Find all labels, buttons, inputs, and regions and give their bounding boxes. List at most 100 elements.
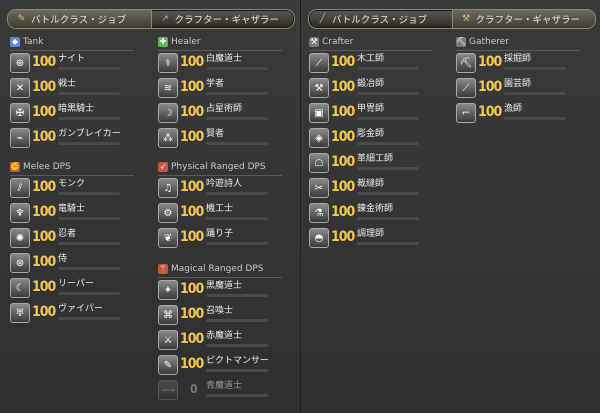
job-row-reaper[interactable]: ☾ 100 リーパー [10, 277, 134, 301]
crafter-gatherer-panel: ╱ バトルクラス・ジョブ ⚒ クラフター・ギャザラー ⚒ Crafter ⟋ 10… [300, 0, 600, 413]
dark-knight-icon: ✠ [10, 103, 30, 123]
job-row-pictomancer[interactable]: ✎ 100 ピクトマンサー [158, 354, 282, 378]
job-name: ガンブレイカー [58, 129, 121, 139]
job-row-black-mage[interactable]: ✦ 100 黒魔道士 [158, 279, 282, 303]
job-name: モンク [58, 179, 86, 189]
job-row-blacksmith[interactable]: ⚒ 100 鍛冶師 [309, 77, 433, 101]
job-name: 学者 [206, 79, 225, 89]
job-level: 100 [180, 79, 204, 95]
job-row-culinarian[interactable]: ◓ 100 調理師 [309, 227, 433, 251]
job-level: 100 [32, 204, 56, 220]
job-row-sage[interactable]: ⁂ 100 賢者 [158, 127, 282, 151]
goldsmith-icon: ◈ [309, 128, 329, 148]
warrior-icon: ✕ [10, 78, 30, 98]
job-row-leatherworker[interactable]: ☖ 100 革細工師 [309, 152, 433, 176]
tab-battle-jobs[interactable]: ✎ バトルクラス・ジョブ [8, 10, 151, 28]
job-name: 黒魔道士 [206, 281, 243, 291]
job-name: 忍者 [58, 229, 77, 239]
job-row-machinist[interactable]: ⚙ 100 機工士 [158, 202, 282, 226]
xp-bar [357, 117, 419, 120]
job-level: 100 [331, 179, 355, 195]
job-name: ピクトマンサー [206, 356, 270, 366]
job-name: 木工師 [357, 54, 385, 64]
job-row-astrologian[interactable]: ☽ 100 占星術師 [158, 102, 282, 126]
job-row-dragoon[interactable]: ♆ 100 竜騎士 [10, 202, 134, 226]
job-row-armorer[interactable]: ▣ 100 甲冑師 [309, 102, 433, 126]
xp-bar [206, 369, 268, 372]
tab-crafter-gatherer[interactable]: ⚒ クラフター・ギャザラー [451, 10, 595, 28]
job-row-botanist[interactable]: ⟋ 100 園芸師 [456, 77, 580, 101]
job-row-dancer[interactable]: ❦ 100 踊り子 [158, 227, 282, 251]
job-level: 100 [478, 104, 502, 120]
job-name: 漁師 [504, 104, 523, 114]
job-name: 彫金師 [357, 129, 385, 139]
job-name: リーパー [58, 279, 94, 289]
job-level: 100 [180, 331, 204, 347]
job-row-warrior[interactable]: ✕ 100 戦士 [10, 77, 134, 101]
job-row-gunbreaker[interactable]: ⌁ 100 ガンブレイカー [10, 127, 134, 151]
dragoon-icon: ♆ [10, 203, 30, 223]
weaver-icon: ✂ [309, 178, 329, 198]
tank-section: ◆ Tank ⊕ 100 ナイト ✕ 100 戦士 ✠ 100 暗黒騎士 ⌁ 100 ガンブレイ… [10, 35, 134, 151]
sage-icon: ⁂ [158, 128, 178, 148]
job-row-goldsmith[interactable]: ◈ 100 彫金師 [309, 127, 433, 151]
xp-bar [206, 394, 268, 397]
job-row-bard[interactable]: ♫ 100 吟遊詩人 [158, 177, 282, 201]
job-row-scholar[interactable]: ≋ 100 学者 [158, 77, 282, 101]
tab-battle-jobs[interactable]: ╱ バトルクラス・ジョブ [309, 10, 452, 28]
job-row-paladin[interactable]: ⊕ 100 ナイト [10, 52, 134, 76]
hammer-icon: ⚒ [461, 13, 471, 24]
job-row-ninja[interactable]: ✺ 100 忍者 [10, 227, 134, 251]
job-row-alchemist[interactable]: ⚗ 100 錬金術師 [309, 202, 433, 226]
job-row-viper[interactable]: ♅ 100 ヴァイパー [10, 302, 134, 326]
xp-bar [206, 92, 268, 95]
job-name: 白魔道士 [206, 54, 243, 64]
job-level: 100 [331, 79, 355, 95]
astrologian-icon: ☽ [158, 103, 178, 123]
melee-header: ✊ Melee DPS [10, 160, 134, 176]
job-row-weaver[interactable]: ✂ 100 裁縫師 [309, 177, 433, 201]
job-name: 侍 [58, 254, 68, 264]
job-name: 採掘師 [504, 54, 532, 64]
job-name: 調理師 [357, 229, 385, 239]
job-name: ヴァイパー [58, 304, 103, 314]
job-row-red-mage[interactable]: ⚔ 100 赤魔道士 [158, 329, 282, 353]
job-row-fisher[interactable]: ⌐ 100 漁師 [456, 102, 580, 126]
black-mage-icon: ✦ [158, 280, 178, 300]
tab-crafter-gatherer[interactable]: ↗ クラフター・ギャザラー [150, 10, 295, 28]
xp-bar [357, 67, 419, 70]
job-row-white-mage[interactable]: ⚕ 100 白魔道士 [158, 52, 282, 76]
xp-bar [357, 142, 419, 145]
physical-ranged-header: ➶ Physical Ranged DPS [158, 160, 282, 176]
job-name: 鍛冶師 [357, 79, 385, 89]
healer-section: ✚ Healer ⚕ 100 白魔道士 ≋ 100 学者 ☽ 100 占星術師 ⁂ 100 賢者 [158, 35, 282, 151]
dancer-icon: ❦ [158, 228, 178, 248]
job-row-carpenter[interactable]: ⟋ 100 木工師 [309, 52, 433, 76]
ninja-icon: ✺ [10, 228, 30, 248]
gunbreaker-icon: ⌁ [10, 128, 30, 148]
blacksmith-icon: ⚒ [309, 78, 329, 98]
xp-bar [206, 117, 268, 120]
summoner-icon: ⌘ [158, 305, 178, 325]
job-row-blue-mage[interactable]: ⟿ 0 青魔道士 [158, 379, 282, 403]
job-row-monk[interactable]: ⫽ 100 モンク [10, 177, 134, 201]
miner-icon: ⛏ [456, 53, 476, 73]
job-row-dark-knight[interactable]: ✠ 100 暗黒騎士 [10, 102, 134, 126]
job-level: 100 [180, 356, 204, 372]
xp-bar [58, 192, 120, 195]
bow-icon: ➶ [158, 162, 168, 172]
job-row-samurai[interactable]: ⊛ 100 侍 [10, 252, 134, 276]
sword-icon: ╱ [319, 13, 326, 24]
job-row-miner[interactable]: ⛏ 100 採掘師 [456, 52, 580, 76]
bard-icon: ♫ [158, 178, 178, 198]
job-level: 100 [32, 129, 56, 145]
job-name: 吟遊詩人 [206, 179, 243, 189]
job-level: 0 [190, 382, 197, 396]
samurai-icon: ⊛ [10, 253, 30, 273]
job-row-summoner[interactable]: ⌘ 100 召喚士 [158, 304, 282, 328]
xp-bar [357, 217, 419, 220]
physical-ranged-section: ➶ Physical Ranged DPS ♫ 100 吟遊詩人 ⚙ 100 機工士 ❦… [158, 160, 282, 251]
job-level: 100 [331, 129, 355, 145]
job-level: 100 [32, 104, 56, 120]
job-level: 100 [180, 54, 204, 70]
